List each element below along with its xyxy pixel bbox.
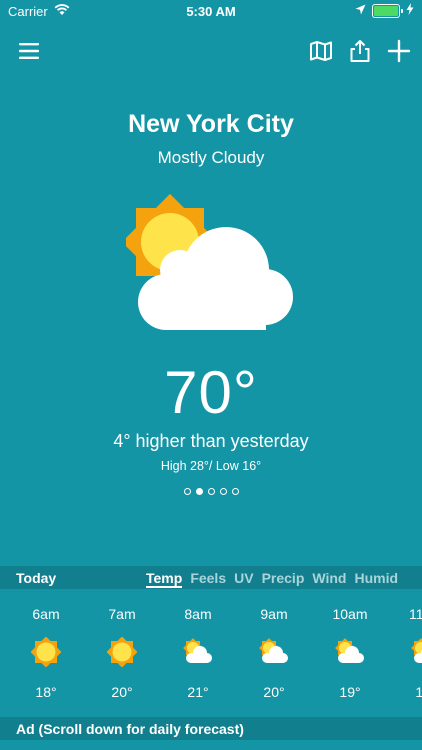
page-dot[interactable] — [219, 488, 227, 495]
ad-label: Ad (Scroll down for daily forecast) — [16, 721, 244, 737]
forecast-tabs: Temp Feels UV Precip Wind Humid — [146, 566, 398, 589]
forecast-header: Today Temp Feels UV Precip Wind Humid — [0, 566, 422, 589]
hour-time: 10am — [332, 606, 368, 622]
sun-icon — [30, 636, 62, 668]
weather-condition: Mostly Cloudy — [157, 148, 265, 167]
status-bar: Carrier 5:30 AM — [0, 0, 422, 22]
high-low-temperature: High 28°/ Low 16° — [160, 459, 262, 473]
tab-precip[interactable]: Precip — [262, 566, 305, 589]
hour-time: 8am — [184, 606, 212, 622]
hour-temperature: 20° — [263, 684, 285, 700]
partly-cloudy-icon — [183, 637, 213, 667]
ad-banner[interactable]: Ad (Scroll down for daily forecast) — [0, 717, 422, 740]
page-dot[interactable] — [183, 488, 191, 495]
hour-temperature: 20° — [111, 684, 133, 700]
add-location-button[interactable] — [386, 39, 412, 68]
hour-temperature: 19° — [339, 684, 361, 700]
toolbar — [0, 36, 422, 70]
menu-button[interactable] — [16, 40, 42, 66]
hour-time: 9am — [260, 606, 288, 622]
status-right — [355, 3, 414, 18]
page-dot[interactable] — [231, 488, 239, 495]
battery-level — [374, 5, 398, 16]
hour-time: 7am — [108, 606, 136, 622]
menu-icon — [17, 41, 41, 66]
mostly-cloudy-icon — [121, 193, 298, 336]
map-button[interactable] — [308, 40, 334, 66]
tab-uv[interactable]: UV — [234, 566, 253, 589]
share-button[interactable] — [347, 39, 373, 68]
tab-temp[interactable]: Temp — [146, 566, 183, 589]
hour-time: 11am — [409, 606, 422, 622]
city-name: New York City — [128, 110, 294, 138]
tab-wind[interactable]: Wind — [312, 566, 346, 589]
partly-cloudy-icon — [259, 637, 289, 667]
share-icon — [348, 39, 372, 68]
charging-bolt-icon — [406, 3, 414, 18]
page-dot[interactable] — [207, 488, 215, 495]
battery-icon — [372, 3, 403, 18]
hourly-forecast[interactable]: 6am 18° 7am 20° 8am 21° 9am 20° 10am 19° 11am 18° — [0, 592, 422, 716]
map-icon — [309, 40, 333, 67]
hour-time: 6am — [32, 606, 60, 622]
plus-icon — [387, 39, 411, 68]
hour-temperature: 18° — [35, 684, 57, 700]
page-indicator[interactable] — [0, 488, 422, 495]
sun-icon — [106, 636, 138, 668]
current-temperature: 70° — [164, 359, 258, 426]
hour-temperature: 21° — [187, 684, 209, 700]
temperature-comparison: 4° higher than yesterday — [113, 431, 309, 451]
hour-temperature: 18° — [415, 684, 422, 700]
tab-humid[interactable]: Humid — [354, 566, 398, 589]
page-dot[interactable] — [195, 488, 203, 495]
partly-cloudy-icon — [335, 637, 365, 667]
today-label: Today — [16, 570, 57, 586]
location-arrow-icon — [355, 3, 366, 18]
tab-feels[interactable]: Feels — [190, 566, 226, 589]
partly-cloudy-icon — [411, 637, 422, 667]
